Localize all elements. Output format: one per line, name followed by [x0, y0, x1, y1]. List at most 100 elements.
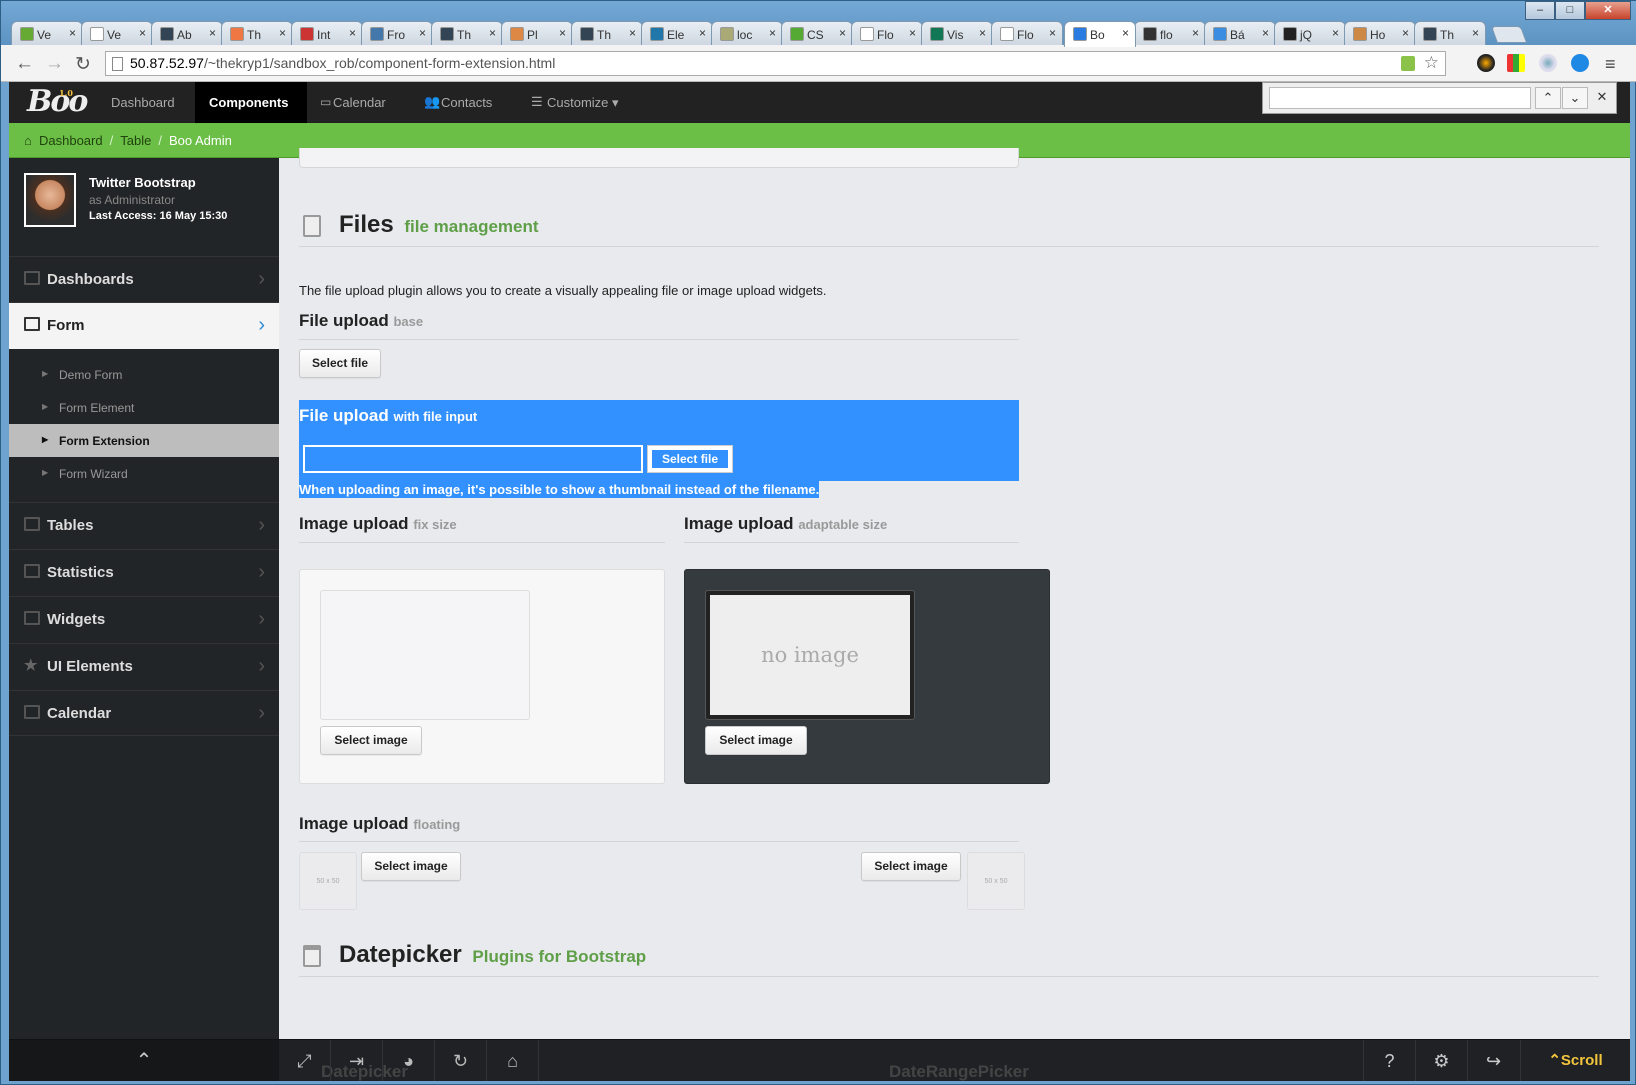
select-image-button[interactable]: Select image: [320, 726, 422, 755]
logout-icon[interactable]: ↪: [1467, 1040, 1519, 1081]
find-prev-button[interactable]: ⌃: [1535, 87, 1561, 109]
select-file-button[interactable]: Select file: [299, 349, 381, 378]
forward-icon[interactable]: →: [45, 53, 64, 75]
help-icon[interactable]: ?: [1363, 1040, 1415, 1081]
profile-name[interactable]: Twitter Bootstrap: [89, 175, 196, 190]
tab-close-icon[interactable]: ×: [279, 26, 286, 40]
settings-icon[interactable]: ⚙: [1415, 1040, 1467, 1081]
reload-icon[interactable]: ↻: [75, 53, 91, 76]
nav-customize[interactable]: ☰ Customize ▾: [517, 82, 633, 123]
tab-close-icon[interactable]: ×: [699, 26, 706, 40]
tab-close-icon[interactable]: ×: [139, 26, 146, 40]
login-icon[interactable]: ⇥: [331, 1040, 383, 1081]
fullscreen-icon[interactable]: ⤢: [279, 1040, 331, 1081]
tab-close-icon[interactable]: ×: [489, 26, 496, 40]
rss-icon[interactable]: [1401, 56, 1415, 71]
tab-close-icon[interactable]: ×: [1122, 26, 1129, 40]
sidebar-subitem-form-wizard[interactable]: ▶ Form Wizard: [9, 457, 279, 490]
find-input[interactable]: [1269, 87, 1531, 109]
nav-dashboard[interactable]: Dashboard: [97, 82, 189, 123]
sidebar-subitem-form-extension[interactable]: ▶ Form Extension: [9, 424, 279, 457]
scroll-top-button[interactable]: ⌃Scroll: [1520, 1040, 1630, 1081]
minimize-button[interactable]: ‒: [1525, 1, 1555, 20]
extension-eye-icon[interactable]: [1539, 54, 1557, 72]
browser-tab[interactable]: Flo ×: [851, 21, 923, 46]
find-next-button[interactable]: ⌄: [1562, 87, 1588, 109]
sidebar-item-widgets[interactable]: Widgets ›: [9, 596, 279, 642]
bookmark-star-icon[interactable]: ☆: [1424, 53, 1439, 73]
tab-close-icon[interactable]: ×: [1472, 26, 1479, 40]
sidebar-subitem-form-element[interactable]: ▶ Form Element: [9, 391, 279, 424]
tab-favicon-icon: [930, 27, 944, 41]
file-name-input[interactable]: [303, 445, 643, 473]
new-tab-button[interactable]: [1490, 26, 1528, 43]
url-bar[interactable]: 50.87.52.97/~thekryp1/sandbox_rob/compon…: [105, 51, 1446, 76]
browser-tab[interactable]: Th ×: [221, 21, 293, 46]
tab-close-icon[interactable]: ×: [1262, 26, 1269, 40]
nav-contacts[interactable]: 👥 Contacts: [413, 82, 506, 123]
browser-tab[interactable]: Ele ×: [641, 21, 713, 46]
browser-tab[interactable]: Bá ×: [1204, 21, 1276, 46]
sidebar-item-form[interactable]: Form ›: [9, 302, 279, 349]
browser-tab[interactable]: Fro ×: [361, 21, 433, 46]
browser-tab[interactable]: Ve ×: [81, 21, 153, 46]
breadcrumb-table[interactable]: Table: [120, 133, 151, 148]
tab-close-icon[interactable]: ×: [839, 26, 846, 40]
browser-tab[interactable]: Vis ×: [921, 21, 993, 46]
find-close-button[interactable]: ✕: [1589, 87, 1615, 109]
collapse-sidebar-button[interactable]: ⌃: [9, 1040, 279, 1081]
select-image-right-button[interactable]: Select image: [861, 852, 961, 881]
nav-calendar[interactable]: ▭ Calendar: [311, 82, 400, 123]
browser-tab[interactable]: CS ×: [781, 21, 853, 46]
browser-tab[interactable]: Ve ×: [11, 21, 83, 46]
select-image-button[interactable]: Select image: [705, 726, 807, 755]
tab-close-icon[interactable]: ×: [1192, 26, 1199, 40]
home-icon[interactable]: ⌂: [24, 133, 32, 148]
nav-components[interactable]: Components: [195, 82, 307, 123]
sidebar-item-statistics[interactable]: Statistics ›: [9, 549, 279, 595]
tab-close-icon[interactable]: ×: [769, 26, 776, 40]
browser-tab[interactable]: jQ ×: [1274, 21, 1346, 46]
tab-close-icon[interactable]: ×: [559, 26, 566, 40]
tab-close-icon[interactable]: ×: [909, 26, 916, 40]
menu-icon[interactable]: ≡: [1605, 54, 1616, 75]
browser-tab[interactable]: Th ×: [431, 21, 503, 46]
browser-tab[interactable]: Ab ×: [151, 21, 223, 46]
sidebar-subitem-demo-form[interactable]: ▶ Demo Form: [9, 358, 279, 391]
browser-tab[interactable]: Th ×: [571, 21, 643, 46]
tab-close-icon[interactable]: ×: [209, 26, 216, 40]
browser-tab[interactable]: flo ×: [1134, 21, 1206, 46]
extension-pagespeed-icon[interactable]: [1507, 54, 1525, 72]
tab-close-icon[interactable]: ×: [629, 26, 636, 40]
sidebar-item-ui-elements[interactable]: ★ UI Elements ›: [9, 643, 279, 689]
browser-tab[interactable]: Int ×: [291, 21, 363, 46]
back-icon[interactable]: ←: [15, 53, 34, 75]
browser-tab[interactable]: Th ×: [1414, 21, 1486, 46]
select-image-left-button[interactable]: Select image: [361, 852, 461, 881]
tab-close-icon[interactable]: ×: [1402, 26, 1409, 40]
browser-tab[interactable]: Flo ×: [991, 21, 1063, 46]
browser-tab[interactable]: loc ×: [711, 21, 783, 46]
browser-tab[interactable]: Pl ×: [501, 21, 573, 46]
extension-color-icon[interactable]: [1477, 54, 1495, 72]
breadcrumb-dashboard[interactable]: Dashboard: [39, 133, 103, 148]
logo[interactable]: Boo 1.0: [27, 84, 88, 119]
select-file-input-button[interactable]: Select file: [647, 445, 733, 473]
sidebar-item-calendar[interactable]: Calendar ›: [9, 690, 279, 736]
sidebar-item-tables[interactable]: Tables ›: [9, 502, 279, 548]
browser-tab[interactable]: Ho ×: [1344, 21, 1416, 46]
sidebar-item-dashboards[interactable]: Dashboards ›: [9, 256, 279, 302]
tab-close-icon[interactable]: ×: [69, 26, 76, 40]
browser-tab[interactable]: Bo ×: [1064, 21, 1136, 47]
maximize-button[interactable]: □: [1555, 1, 1585, 20]
close-window-button[interactable]: ✕: [1585, 1, 1631, 20]
home-icon[interactable]: ⌂: [487, 1040, 539, 1081]
extension-s-icon[interactable]: [1571, 54, 1589, 72]
tab-close-icon[interactable]: ×: [419, 26, 426, 40]
tab-close-icon[interactable]: ×: [1049, 26, 1056, 40]
theme-icon[interactable]: ◕: [383, 1040, 435, 1081]
tab-close-icon[interactable]: ×: [349, 26, 356, 40]
refresh-icon[interactable]: ↻: [435, 1040, 487, 1081]
tab-close-icon[interactable]: ×: [979, 26, 986, 40]
tab-close-icon[interactable]: ×: [1332, 26, 1339, 40]
